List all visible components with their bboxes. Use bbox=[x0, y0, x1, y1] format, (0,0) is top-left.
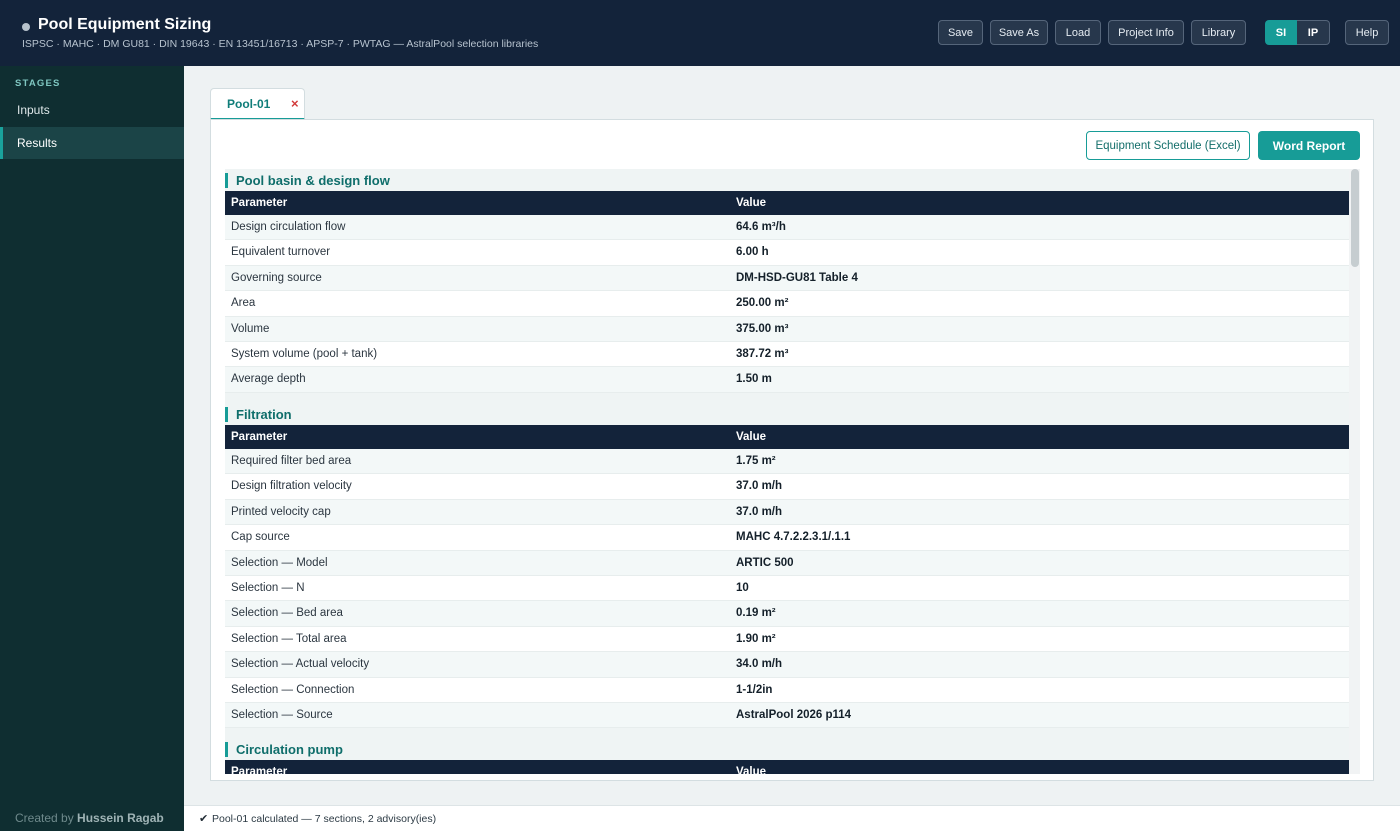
save-button[interactable]: Save bbox=[938, 20, 983, 45]
table-row: Selection — Connection 1-1/2in bbox=[225, 677, 1349, 703]
value-cell: 250.00 m² bbox=[736, 297, 789, 310]
table-row: Cap source MAHC 4.7.2.2.3.1/.1.1 bbox=[225, 525, 1349, 551]
library-button[interactable]: Library bbox=[1191, 20, 1246, 45]
table-row: Selection — Source AstralPool 2026 p114 bbox=[225, 703, 1349, 729]
section-title: Circulation pump bbox=[225, 742, 343, 757]
value-cell: 0.19 m² bbox=[736, 607, 776, 620]
value-cell: 34.0 m/h bbox=[736, 658, 783, 671]
check-icon: ✔ bbox=[199, 813, 209, 825]
section-title: Pool basin & design flow bbox=[225, 173, 390, 188]
sidebar-item-inputs[interactable]: Inputs bbox=[0, 94, 184, 126]
table-row: Required filter bed area 1.75 m² bbox=[225, 449, 1349, 475]
parameter-cell: Design filtration velocity bbox=[231, 480, 352, 493]
table-row: Volume 375.00 m³ bbox=[225, 316, 1349, 342]
value-cell: 387.72 m³ bbox=[736, 348, 789, 360]
value-cell: ARTIC 500 bbox=[736, 556, 794, 569]
value-cell: 1.75 m² bbox=[736, 455, 776, 467]
section-title: Filtration bbox=[225, 407, 292, 422]
value-cell: 37.0 m/h bbox=[736, 480, 783, 493]
unit-si-toggle[interactable]: SI bbox=[1265, 20, 1297, 45]
parameter-cell: Volume bbox=[231, 322, 270, 335]
table-row: Printed velocity cap 37.0 m/h bbox=[225, 499, 1349, 526]
table-header: Parameter Value bbox=[225, 425, 1349, 449]
parameter-cell: Selection — Bed area bbox=[231, 607, 343, 620]
sidebar-item-results[interactable]: Results bbox=[0, 127, 184, 159]
parameter-cell: Selection — Model bbox=[231, 556, 328, 569]
column-header-parameter: Parameter bbox=[231, 431, 288, 443]
value-cell: 1-1/2in bbox=[736, 683, 773, 696]
parameter-cell: Design circulation flow bbox=[231, 221, 346, 233]
column-header-value: Value bbox=[736, 431, 767, 443]
load-button[interactable]: Load bbox=[1055, 20, 1101, 45]
value-cell: 10 bbox=[736, 582, 749, 594]
parameter-cell: Equivalent turnover bbox=[231, 246, 331, 259]
equipment-schedule-excel-button[interactable]: Equipment Schedule (Excel) bbox=[1086, 131, 1250, 160]
column-header-parameter: Parameter bbox=[231, 766, 288, 774]
parameter-cell: Printed velocity cap bbox=[231, 505, 331, 518]
table-row: Selection — Total area 1.90 m² bbox=[225, 626, 1349, 653]
table-row: Average depth 1.50 m bbox=[225, 367, 1349, 393]
value-cell: 37.0 m/h bbox=[736, 505, 783, 518]
parameter-cell: Selection — Connection bbox=[231, 683, 355, 696]
value-cell: MAHC 4.7.2.2.3.1/.1.1 bbox=[736, 531, 851, 544]
results-scroll-area[interactable]: Pool basin & design flow Parameter Value… bbox=[225, 169, 1349, 774]
value-cell: 375.00 m³ bbox=[736, 322, 789, 335]
value-cell: 1.90 m² bbox=[736, 632, 776, 645]
table-row: Selection — N 10 bbox=[225, 576, 1349, 602]
column-header-value: Value bbox=[736, 766, 767, 774]
table-row: Selection — Actual velocity 34.0 m/h bbox=[225, 652, 1349, 678]
close-icon[interactable]: × bbox=[291, 96, 299, 111]
parameter-cell: Selection — N bbox=[231, 582, 305, 594]
table-row: Design filtration velocity 37.0 m/h bbox=[225, 474, 1349, 500]
save-as-button[interactable]: Save As bbox=[990, 20, 1048, 45]
scrollbar-thumb[interactable] bbox=[1351, 169, 1359, 267]
status-bar: ✔ Pool-01 calculated — 7 sections, 2 adv… bbox=[184, 805, 1400, 831]
table-row: Equivalent turnover 6.00 h bbox=[225, 240, 1349, 266]
table-header: Parameter Value bbox=[225, 760, 1349, 774]
parameter-cell: System volume (pool + tank) bbox=[231, 348, 378, 360]
value-cell: 64.6 m³/h bbox=[736, 221, 786, 233]
table-row: System volume (pool + tank) 387.72 m³ bbox=[225, 342, 1349, 368]
table-row: Selection — Model ARTIC 500 bbox=[225, 550, 1349, 576]
tab-label: Pool-01 bbox=[227, 97, 271, 111]
top-bar: Pool Equipment Sizing ISPSC · MAHC · DM … bbox=[0, 0, 1400, 66]
table-row: Area 250.00 m² bbox=[225, 291, 1349, 317]
parameter-cell: Average depth bbox=[231, 373, 306, 386]
parameter-cell: Governing source bbox=[231, 271, 322, 284]
credit-prefix: Created by bbox=[15, 811, 74, 825]
scrollbar[interactable] bbox=[1349, 169, 1360, 774]
value-cell: 6.00 h bbox=[736, 246, 769, 259]
unit-ip-toggle[interactable]: IP bbox=[1297, 20, 1330, 45]
parameter-cell: Selection — Total area bbox=[231, 632, 347, 645]
sidebar: STAGES Inputs Results Created by Hussein… bbox=[0, 66, 184, 831]
status-message: Pool-01 calculated — 7 sections, 2 advis… bbox=[212, 813, 437, 825]
table-row: Governing source DM-HSD-GU81 Table 4 bbox=[225, 265, 1349, 292]
app-title: Pool Equipment Sizing bbox=[38, 16, 212, 33]
column-header-parameter: Parameter bbox=[231, 197, 288, 209]
parameter-cell: Selection — Actual velocity bbox=[231, 658, 370, 671]
parameter-cell: Selection — Source bbox=[231, 709, 333, 721]
parameter-cell: Area bbox=[231, 297, 256, 310]
table-row: Selection — Bed area 0.19 m² bbox=[225, 601, 1349, 627]
table-row: Design circulation flow 64.6 m³/h bbox=[225, 215, 1349, 241]
parameter-cell: Required filter bed area bbox=[231, 455, 352, 467]
app-status-dot-icon bbox=[22, 23, 30, 31]
value-cell: AstralPool 2026 p114 bbox=[736, 709, 852, 721]
value-cell: DM-HSD-GU81 Table 4 bbox=[736, 271, 858, 284]
table-header: Parameter Value bbox=[225, 191, 1349, 215]
help-button[interactable]: Help bbox=[1345, 20, 1389, 45]
word-report-button[interactable]: Word Report bbox=[1258, 131, 1360, 160]
credit-author: Hussein Ragab bbox=[77, 811, 164, 825]
sidebar-heading: STAGES bbox=[15, 78, 61, 89]
app-subtitle: ISPSC · MAHC · DM GU81 · DIN 19643 · EN … bbox=[22, 38, 539, 50]
parameter-cell: Cap source bbox=[231, 531, 290, 544]
tab-pool-01[interactable]: Pool-01 × bbox=[210, 88, 305, 120]
column-header-value: Value bbox=[736, 197, 767, 209]
credit-text: Created by Hussein Ragab bbox=[15, 811, 164, 825]
results-panel: Equipment Schedule (Excel) Word Report P… bbox=[210, 119, 1374, 781]
value-cell: 1.50 m bbox=[736, 373, 772, 386]
project-info-button[interactable]: Project Info bbox=[1108, 20, 1184, 45]
